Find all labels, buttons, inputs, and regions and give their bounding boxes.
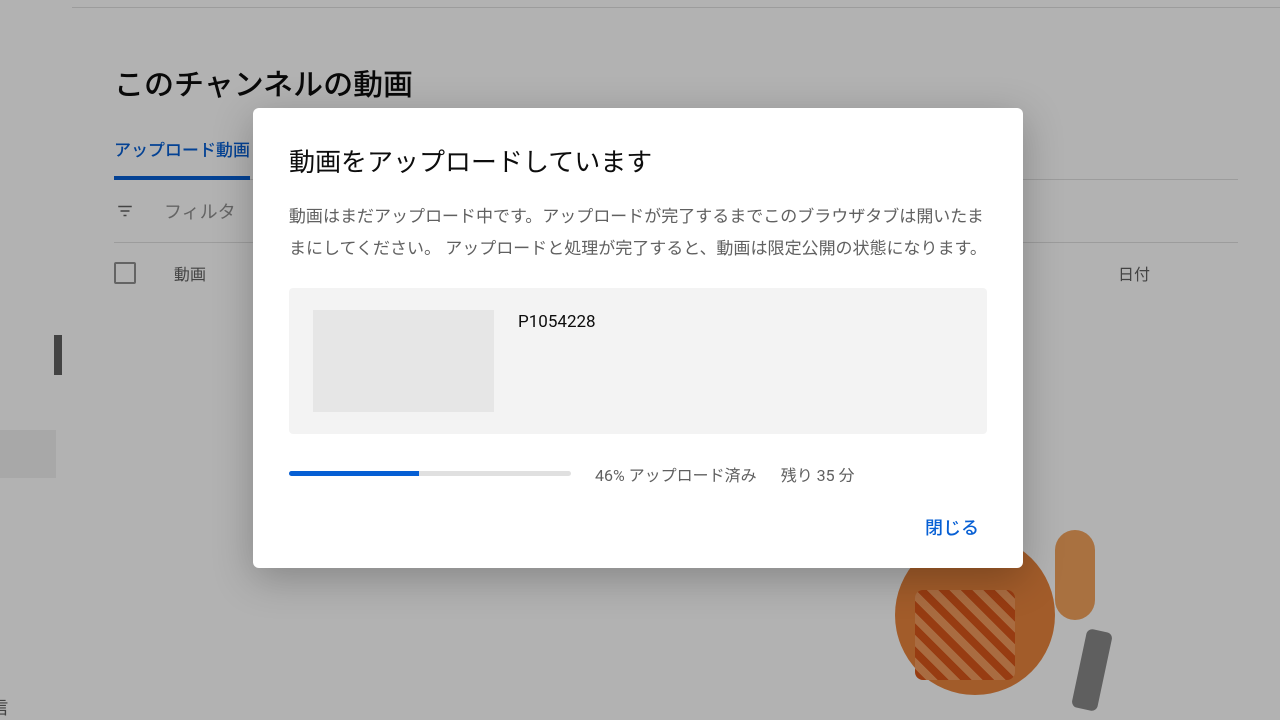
progress-row: 46% アップロード済み 残り 35 分 — [289, 462, 987, 486]
progress-bar-fill — [289, 471, 419, 476]
progress-bar — [289, 471, 571, 476]
progress-remaining-text: 残り 35 分 — [781, 462, 855, 486]
video-name: P1054228 — [518, 310, 596, 332]
dialog-actions: 閉じる — [289, 508, 987, 546]
dialog-description: 動画はまだアップロード中です。アップロードが完了するまでこのブラウザタブは開いた… — [289, 201, 987, 266]
progress-status-text: 46% アップロード済み — [595, 462, 757, 486]
upload-dialog: 動画をアップロードしています 動画はまだアップロード中です。アップロードが完了す… — [253, 108, 1023, 568]
upload-item-card: P1054228 — [289, 288, 987, 434]
dialog-title: 動画をアップロードしています — [289, 142, 987, 179]
video-thumbnail-placeholder — [313, 310, 494, 412]
close-button[interactable]: 閉じる — [917, 508, 987, 546]
